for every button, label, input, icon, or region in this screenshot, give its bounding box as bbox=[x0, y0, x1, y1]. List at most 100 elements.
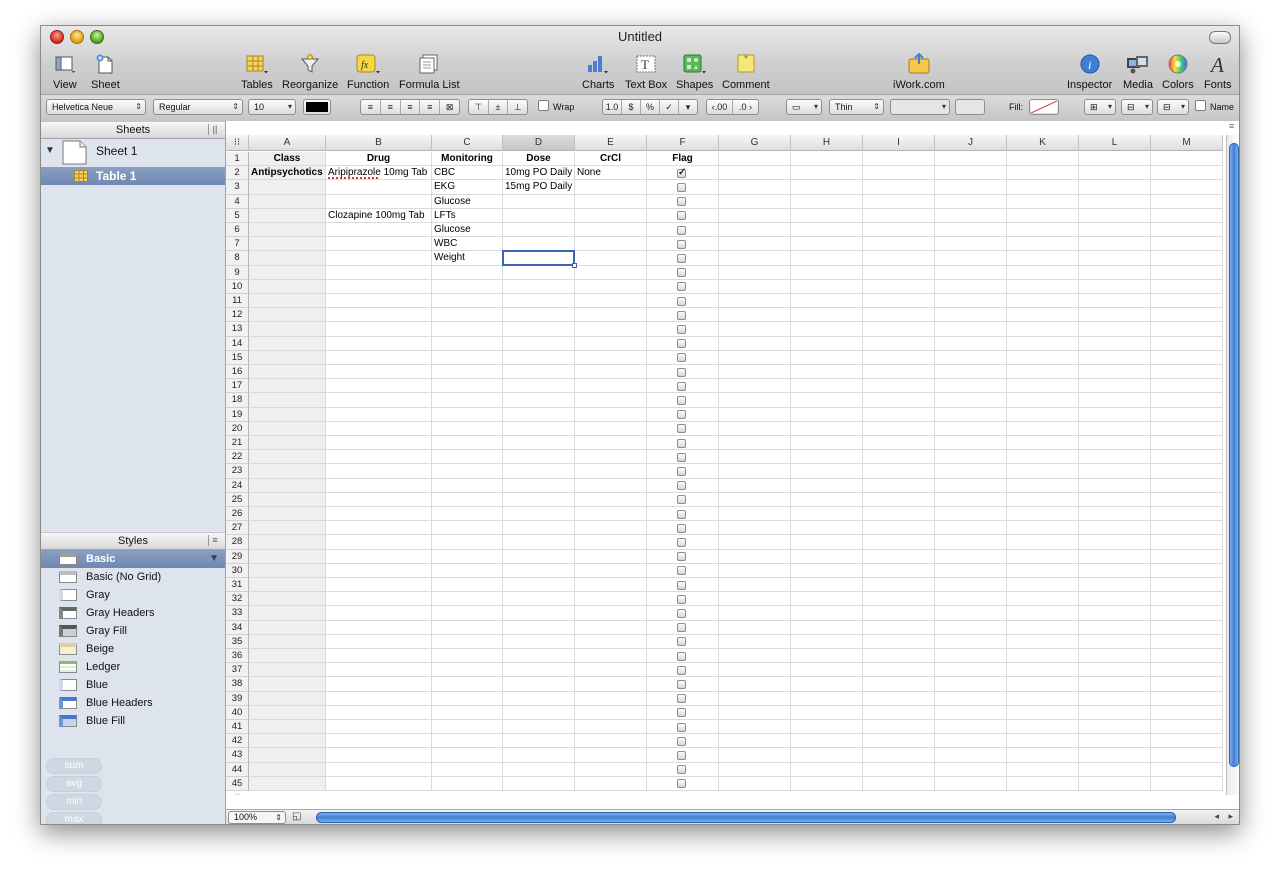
table-cell[interactable] bbox=[575, 492, 647, 507]
table-cell[interactable] bbox=[647, 592, 719, 607]
table-cell[interactable] bbox=[1007, 606, 1079, 621]
flag-checkbox[interactable] bbox=[677, 679, 686, 689]
table-cell[interactable] bbox=[863, 535, 935, 550]
table-cell[interactable] bbox=[575, 308, 647, 323]
stroke-color-well[interactable] bbox=[955, 99, 985, 115]
table-cell[interactable] bbox=[432, 450, 503, 465]
table-cell[interactable] bbox=[503, 322, 575, 337]
table-cell[interactable] bbox=[935, 208, 1007, 223]
header-cell[interactable] bbox=[719, 152, 791, 167]
table-cell[interactable] bbox=[249, 464, 326, 479]
table-cell[interactable] bbox=[935, 620, 1007, 635]
table-cell[interactable] bbox=[1079, 336, 1151, 351]
table-cell[interactable]: 10mg PO Daily bbox=[503, 166, 575, 181]
table-cell[interactable] bbox=[647, 336, 719, 351]
column-header[interactable]: J bbox=[935, 135, 1007, 151]
table-cell[interactable] bbox=[863, 464, 935, 479]
table-cell[interactable] bbox=[1007, 365, 1079, 380]
table-cell[interactable] bbox=[791, 507, 863, 522]
table-cell[interactable] bbox=[647, 663, 719, 678]
table-cell[interactable] bbox=[249, 478, 326, 493]
table-cell[interactable] bbox=[1007, 450, 1079, 465]
table-cell[interactable] bbox=[249, 194, 326, 209]
flag-checkbox[interactable] bbox=[677, 395, 686, 405]
row-header[interactable]: 44 bbox=[226, 762, 249, 777]
table-cell[interactable] bbox=[1007, 223, 1079, 238]
row-header[interactable]: 5 bbox=[226, 208, 249, 223]
table-cell[interactable] bbox=[249, 592, 326, 607]
table-cell[interactable] bbox=[326, 705, 432, 720]
table-cell[interactable] bbox=[863, 592, 935, 607]
table-cell[interactable] bbox=[1151, 592, 1223, 607]
table-cell[interactable] bbox=[432, 592, 503, 607]
table-cell[interactable] bbox=[503, 663, 575, 678]
percent-format-button[interactable]: % bbox=[641, 100, 660, 114]
table-cell[interactable] bbox=[1079, 634, 1151, 649]
table-cell[interactable] bbox=[1007, 436, 1079, 451]
table-cell[interactable] bbox=[863, 322, 935, 337]
row-header[interactable]: 39 bbox=[226, 691, 249, 706]
table-cell[interactable] bbox=[1079, 350, 1151, 365]
table-cell[interactable] bbox=[791, 421, 863, 436]
styles-menu-icon[interactable]: ≡ bbox=[208, 535, 221, 546]
table-cell[interactable] bbox=[249, 734, 326, 749]
table-cell[interactable] bbox=[935, 507, 1007, 522]
table-cell[interactable] bbox=[647, 521, 719, 536]
table-cell[interactable] bbox=[326, 251, 432, 266]
table-cell[interactable] bbox=[326, 365, 432, 380]
table-cell[interactable] bbox=[432, 649, 503, 664]
table-cell[interactable] bbox=[719, 322, 791, 337]
table-cell[interactable] bbox=[647, 691, 719, 706]
table-cell[interactable] bbox=[863, 279, 935, 294]
table-cell[interactable] bbox=[1007, 237, 1079, 252]
row-header[interactable]: 22 bbox=[226, 450, 249, 465]
decrease-decimal-button[interactable]: ‹.00 bbox=[707, 100, 733, 114]
table-cell[interactable] bbox=[249, 223, 326, 238]
table-cell[interactable]: None bbox=[575, 166, 647, 181]
table-cell[interactable] bbox=[647, 350, 719, 365]
table-cell[interactable] bbox=[719, 705, 791, 720]
table-cell[interactable]: Weight bbox=[432, 251, 503, 266]
table-cell[interactable] bbox=[935, 393, 1007, 408]
table-cell[interactable] bbox=[1007, 350, 1079, 365]
sheet-canvas[interactable]: ≡ ⁝⁝ A B C D E F G H I J K L M 1 Class Drug Monitoring Dos… bbox=[226, 121, 1239, 824]
table-cell[interactable] bbox=[1007, 251, 1079, 266]
table-cell[interactable] bbox=[432, 478, 503, 493]
table-cell[interactable] bbox=[326, 762, 432, 777]
table-cell[interactable] bbox=[935, 521, 1007, 536]
table-cell[interactable] bbox=[935, 180, 1007, 195]
table-cell[interactable] bbox=[1151, 436, 1223, 451]
row-header[interactable]: 21 bbox=[226, 436, 249, 451]
row-header[interactable]: 32 bbox=[226, 592, 249, 607]
flag-checkbox[interactable] bbox=[677, 296, 686, 306]
table-cell[interactable] bbox=[503, 436, 575, 451]
flag-checkbox[interactable] bbox=[677, 339, 686, 349]
header-cell[interactable] bbox=[791, 152, 863, 167]
table-cell[interactable] bbox=[1007, 208, 1079, 223]
style-item[interactable]: Gray bbox=[41, 586, 225, 604]
table-cell[interactable] bbox=[1079, 535, 1151, 550]
scroll-left-arrow-icon[interactable]: ◂ bbox=[1214, 811, 1219, 822]
table-cell[interactable] bbox=[1151, 421, 1223, 436]
table-cell[interactable] bbox=[863, 663, 935, 678]
style-item[interactable]: Blue bbox=[41, 676, 225, 694]
table-cell[interactable] bbox=[1079, 237, 1151, 252]
flag-checkbox[interactable] bbox=[677, 765, 686, 775]
table-cell[interactable] bbox=[863, 379, 935, 394]
table-cell[interactable] bbox=[326, 450, 432, 465]
table-cell[interactable] bbox=[1079, 563, 1151, 578]
fonts-button[interactable]: A Fonts bbox=[1204, 52, 1232, 91]
table-cell[interactable] bbox=[503, 705, 575, 720]
table-cell[interactable] bbox=[1007, 279, 1079, 294]
column-header[interactable]: M bbox=[1151, 135, 1223, 151]
table-cell[interactable] bbox=[719, 166, 791, 181]
table-cell[interactable] bbox=[1079, 251, 1151, 266]
table-cell[interactable] bbox=[249, 549, 326, 564]
table-cell[interactable] bbox=[935, 720, 1007, 735]
table-cell[interactable] bbox=[863, 194, 935, 209]
flag-checkbox[interactable] bbox=[677, 367, 686, 377]
sheet-button[interactable]: Sheet bbox=[91, 52, 120, 91]
table-cell[interactable] bbox=[432, 634, 503, 649]
table-cell[interactable] bbox=[935, 734, 1007, 749]
table-cell[interactable] bbox=[647, 223, 719, 238]
